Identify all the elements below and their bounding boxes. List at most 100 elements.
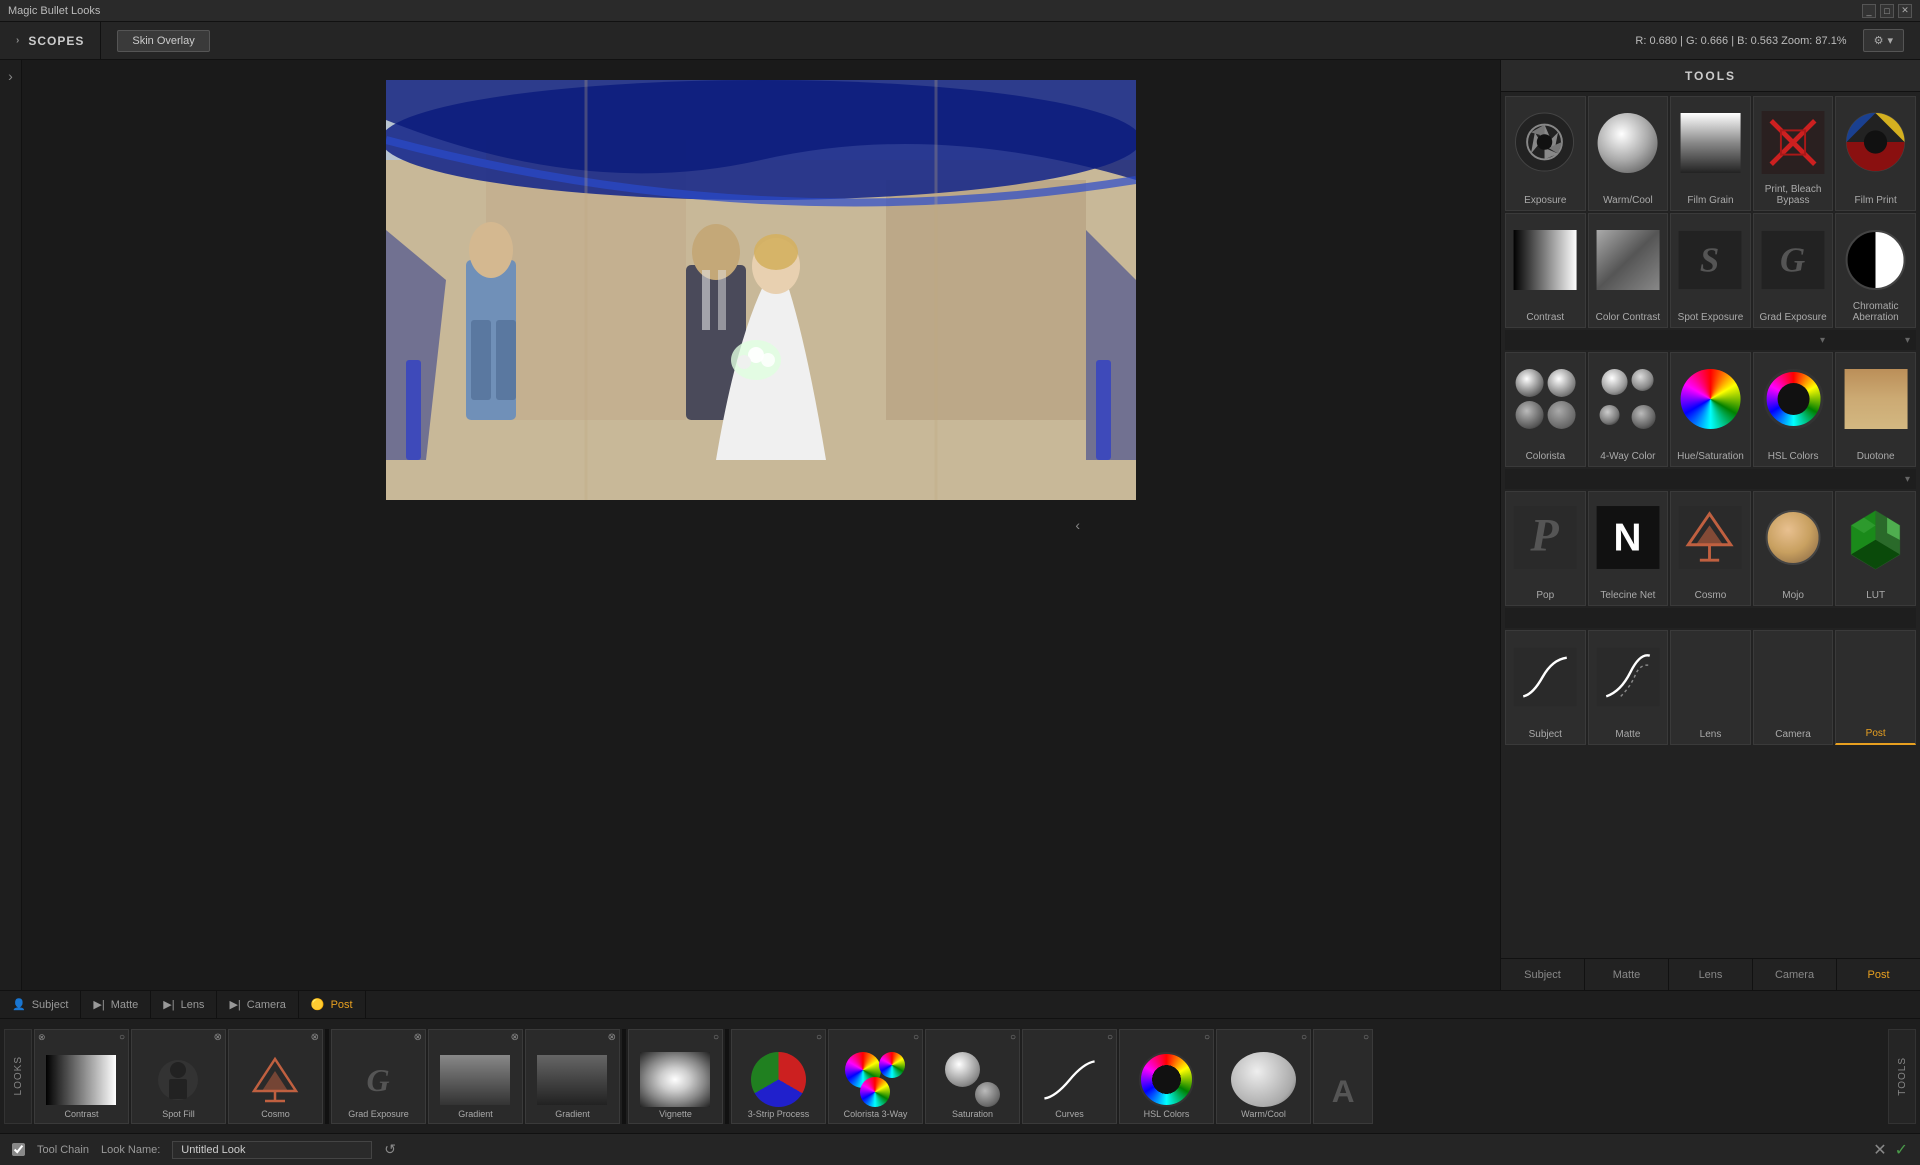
tab-post[interactable]: Post — [1837, 959, 1920, 990]
tool-subject-curves[interactable]: Subject — [1505, 630, 1586, 745]
film-spot-fill[interactable]: ⊗ Spot Fill — [131, 1029, 226, 1124]
film-a-item[interactable]: ○ A — [1313, 1029, 1373, 1124]
settings-button[interactable]: ⚙ ▾ — [1863, 29, 1904, 52]
film-curves-label: Curves — [1055, 1109, 1084, 1119]
film-curves[interactable]: ○ Curves — [1022, 1029, 1117, 1124]
svg-text:G: G — [1780, 240, 1805, 279]
film-cosmo[interactable]: ⊗ Cosmo — [228, 1029, 323, 1124]
film-c3way-close[interactable]: ○ — [913, 1032, 919, 1043]
app-title: Magic Bullet Looks — [8, 5, 100, 17]
tools-header: TOOLS — [1501, 60, 1920, 92]
film-3strip[interactable]: ○ 3-Strip Process — [731, 1029, 826, 1124]
film-grad-close[interactable]: ⊗ — [414, 1032, 422, 1043]
film-contrast-icon — [44, 1051, 118, 1109]
tab-lens[interactable]: Lens — [1669, 959, 1753, 990]
film-colorista3way[interactable]: ○ Colorista 3-Way — [828, 1029, 923, 1124]
tools-row-1: Exposure Warm/Cool Film Grain — [1505, 96, 1916, 211]
hsl-colors-icon — [1762, 361, 1825, 436]
tool-pop[interactable]: P Pop — [1505, 491, 1586, 606]
right-collapse-arrow[interactable]: ‹ — [1075, 517, 1080, 533]
looks-label: LOOKS — [13, 1056, 24, 1095]
tool-post-tab[interactable]: Post — [1835, 630, 1916, 745]
film-vignette[interactable]: ○ Vignette — [628, 1029, 723, 1124]
chevron-down-icon-2: ▾ — [1905, 335, 1910, 346]
film-gradient2-close[interactable]: ⊗ — [608, 1032, 616, 1043]
tool-film-grain[interactable]: Film Grain — [1670, 96, 1751, 211]
spot-exposure-label: Spot Exposure — [1678, 312, 1744, 323]
tool-matte-curves[interactable]: Matte — [1588, 630, 1669, 745]
section-label-lens: ▶| Lens — [151, 991, 217, 1018]
tool-contrast[interactable]: Contrast — [1505, 213, 1586, 328]
film-print-icon — [1844, 105, 1907, 180]
look-name-input[interactable] — [172, 1141, 372, 1159]
close-button[interactable]: ✕ — [1898, 4, 1912, 18]
film-hsl-close[interactable]: ○ — [1204, 1032, 1210, 1043]
maximize-button[interactable]: □ — [1880, 4, 1894, 18]
film-vignette-close[interactable]: ○ — [713, 1032, 719, 1043]
film-contrast[interactable]: ○ ⊗ Contrast — [34, 1029, 129, 1124]
tool-spot-exposure[interactable]: S Spot Exposure — [1670, 213, 1751, 328]
film-contrast-close[interactable]: ○ — [119, 1032, 125, 1043]
tool-4way-color[interactable]: 4-Way Color — [1588, 352, 1669, 467]
film-gradient2-icon — [535, 1051, 609, 1109]
telecine-icon: N — [1596, 500, 1659, 575]
tool-duotone[interactable]: Duotone — [1835, 352, 1916, 467]
tab-camera[interactable]: Camera — [1753, 959, 1837, 990]
film-spot-close[interactable]: ⊗ — [214, 1032, 222, 1043]
film-3strip-close[interactable]: ○ — [816, 1032, 822, 1043]
film-hsl[interactable]: ○ HSL Colors — [1119, 1029, 1214, 1124]
cancel-button[interactable]: ✕ — [1873, 1140, 1886, 1160]
minimize-button[interactable]: _ — [1862, 4, 1876, 18]
camera-tab-label: Camera — [1775, 969, 1814, 981]
tools-row-3: Colorista 4-Way Color — [1505, 352, 1916, 467]
colorista-icon — [1514, 361, 1577, 436]
toolchain-checkbox[interactable] — [12, 1143, 25, 1156]
film-gradient1-close[interactable]: ⊗ — [511, 1032, 519, 1043]
tab-matte[interactable]: Matte — [1585, 959, 1669, 990]
film-sat-close[interactable]: ○ — [1010, 1032, 1016, 1043]
film-gradient2[interactable]: ⊗ Gradient — [525, 1029, 620, 1124]
tool-hue-sat[interactable]: Hue/Saturation — [1670, 352, 1751, 467]
film-curves-close[interactable]: ○ — [1107, 1032, 1113, 1043]
reset-button[interactable]: ↺ — [384, 1141, 396, 1158]
tool-cosmo[interactable]: Cosmo — [1670, 491, 1751, 606]
post-tab-label: Post — [1867, 969, 1889, 981]
film-grad-exposure[interactable]: ⊗ G Grad Exposure — [331, 1029, 426, 1124]
left-expand-arrow[interactable]: › — [8, 68, 13, 84]
duotone-label: Duotone — [1857, 451, 1895, 462]
tool-grad-exposure[interactable]: G Grad Exposure — [1753, 213, 1834, 328]
scopes-button[interactable]: › SCOPES — [0, 22, 101, 59]
film-grain-icon — [1679, 105, 1742, 180]
print-bleach-icon — [1762, 105, 1825, 180]
tool-film-print[interactable]: Film Print — [1835, 96, 1916, 211]
film-gradient1[interactable]: ⊗ Gradient — [428, 1029, 523, 1124]
film-warmc-icon — [1226, 1051, 1300, 1109]
tools-row-5: Subject Matte Lens — [1505, 630, 1916, 745]
film-saturation[interactable]: ○ Saturation — [925, 1029, 1020, 1124]
tool-warm-cool[interactable]: Warm/Cool — [1588, 96, 1669, 211]
confirm-button[interactable]: ✓ — [1895, 1140, 1908, 1160]
film-3strip-label: 3-Strip Process — [748, 1109, 810, 1119]
tab-subject[interactable]: Subject — [1501, 959, 1585, 990]
tool-lens-empty[interactable]: Lens — [1670, 630, 1751, 745]
toolchain-bar: Tool Chain Look Name: ↺ ✕ ✓ — [0, 1133, 1920, 1165]
film-warmc[interactable]: ○ Warm/Cool — [1216, 1029, 1311, 1124]
film-contrast-enable[interactable]: ⊗ — [38, 1032, 46, 1043]
tool-telecine-net[interactable]: N Telecine Net — [1588, 491, 1669, 606]
tool-camera-empty[interactable]: Camera — [1753, 630, 1834, 745]
tool-colorista[interactable]: Colorista — [1505, 352, 1586, 467]
skin-overlay-button[interactable]: Skin Overlay — [117, 30, 209, 52]
film-sat-label: Saturation — [952, 1109, 993, 1119]
tool-print-bleach[interactable]: Print, Bleach Bypass — [1753, 96, 1834, 211]
film-a-close[interactable]: ○ — [1363, 1032, 1369, 1043]
tool-mojo[interactable]: Mojo — [1753, 491, 1834, 606]
tool-lut[interactable]: LUT — [1835, 491, 1916, 606]
tool-color-contrast[interactable]: Color Contrast — [1588, 213, 1669, 328]
cosmo-label: Cosmo — [1695, 590, 1727, 601]
film-warmc-close[interactable]: ○ — [1301, 1032, 1307, 1043]
left-panel: › — [0, 60, 22, 990]
tool-exposure[interactable]: Exposure — [1505, 96, 1586, 211]
film-cosmo-close[interactable]: ⊗ — [311, 1032, 319, 1043]
tool-chromatic[interactable]: Chromatic Aberration — [1835, 213, 1916, 328]
tool-hsl-colors[interactable]: HSL Colors — [1753, 352, 1834, 467]
